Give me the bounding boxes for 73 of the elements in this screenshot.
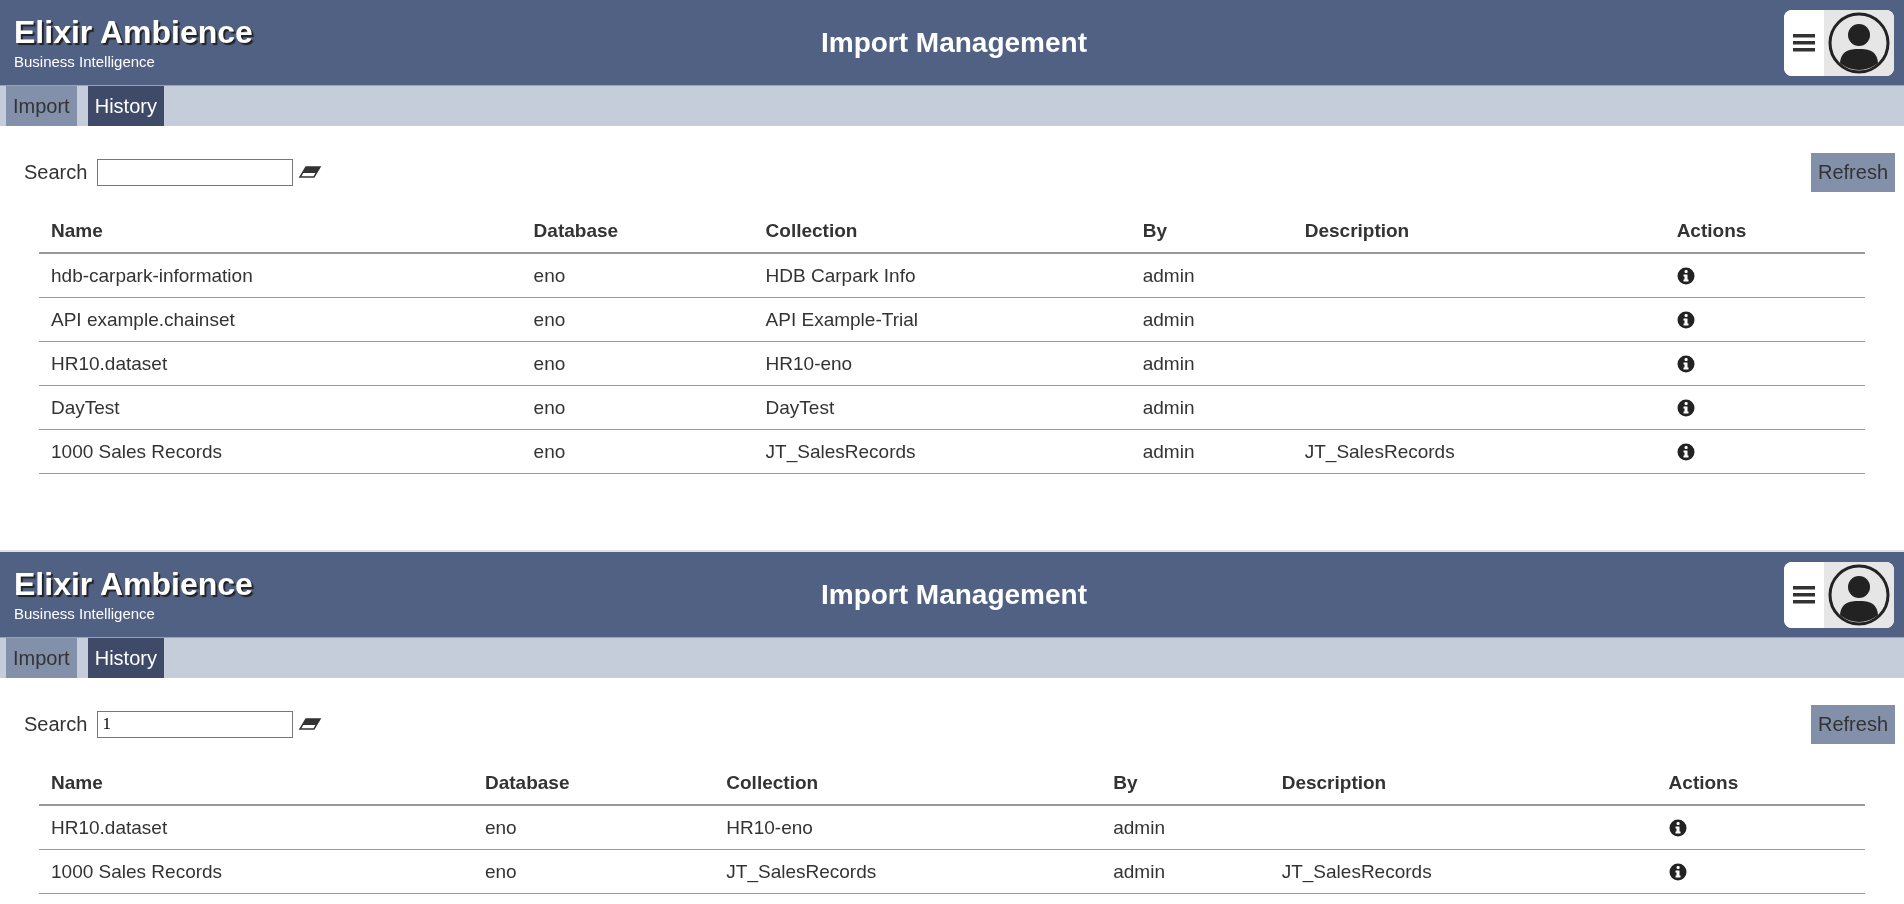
table-cell: JT_SalesRecords bbox=[765, 440, 916, 462]
table-cell: eno bbox=[533, 352, 566, 374]
column-header: Database bbox=[521, 210, 754, 253]
table-cell: HR10-eno bbox=[726, 816, 813, 838]
search-label: Search bbox=[24, 160, 88, 184]
table-cell: HR10.dataset bbox=[51, 816, 168, 838]
refresh-button[interactable]: Refresh bbox=[1810, 152, 1895, 192]
table-cell: admin bbox=[1142, 396, 1195, 418]
table-cell: eno bbox=[533, 396, 566, 418]
table-cell: HR10-eno bbox=[765, 352, 853, 374]
column-header: Actions bbox=[1664, 210, 1865, 253]
table-cell: admin bbox=[1142, 308, 1195, 330]
info-icon[interactable] bbox=[1668, 819, 1687, 838]
info-icon[interactable] bbox=[1676, 443, 1695, 462]
table-cell: admin bbox=[1142, 352, 1195, 374]
info-icon[interactable] bbox=[1676, 267, 1695, 286]
table-cell: eno bbox=[484, 816, 517, 838]
column-header: Name bbox=[39, 210, 522, 253]
table-cell: hdb-carpark-information bbox=[51, 264, 253, 286]
table-cell: eno bbox=[533, 440, 566, 462]
table-cell: 1000 Sales Records bbox=[51, 440, 223, 462]
table-cell: JT_SalesRecords bbox=[1304, 440, 1455, 462]
table-cell: JT_SalesRecords bbox=[1281, 860, 1432, 882]
table-cell: admin bbox=[1142, 264, 1195, 286]
table-cell: eno bbox=[484, 860, 517, 882]
table-cell: eno bbox=[533, 264, 566, 286]
table-cell: API example.chainset bbox=[51, 308, 235, 330]
table-cell: HR10.dataset bbox=[51, 352, 168, 374]
table-cell: admin bbox=[1113, 860, 1165, 882]
search-field[interactable] bbox=[97, 158, 294, 186]
column-header: Name bbox=[39, 762, 473, 805]
column-header: Description bbox=[1269, 762, 1657, 805]
search-field[interactable]: 1 bbox=[97, 710, 294, 738]
table-cell: JT_SalesRecords bbox=[726, 860, 877, 882]
app-title: Elixir Ambience bbox=[14, 567, 254, 603]
app-subtitle: Business Intelligence bbox=[14, 604, 156, 622]
user-avatar-button[interactable] bbox=[1824, 561, 1894, 628]
info-icon[interactable] bbox=[1676, 311, 1695, 330]
tab[interactable]: Import bbox=[6, 638, 77, 678]
column-header: By bbox=[1130, 210, 1293, 253]
table-cell: DayTest bbox=[765, 396, 835, 418]
page-title: Import Management bbox=[821, 26, 1087, 59]
user-avatar-button[interactable] bbox=[1824, 9, 1894, 76]
user-icon bbox=[1827, 562, 1891, 627]
tab[interactable]: Import bbox=[6, 86, 77, 126]
tab[interactable]: History bbox=[87, 638, 164, 678]
app-subtitle: Business Intelligence bbox=[14, 52, 156, 70]
tab[interactable]: History bbox=[87, 86, 164, 126]
info-icon[interactable] bbox=[1676, 355, 1695, 374]
column-header: By bbox=[1101, 762, 1270, 805]
eraser-icon[interactable] bbox=[299, 166, 322, 178]
column-header: Actions bbox=[1656, 762, 1865, 805]
table-cell: 1000 Sales Records bbox=[51, 860, 223, 882]
search-label: Search bbox=[24, 712, 88, 736]
app-title: Elixir Ambience bbox=[14, 15, 254, 51]
column-header: Collection bbox=[753, 210, 1131, 253]
table-cell: DayTest bbox=[51, 396, 120, 418]
column-header: Collection bbox=[714, 762, 1102, 805]
table-cell: admin bbox=[1142, 440, 1195, 462]
page-title: Import Management bbox=[821, 578, 1087, 611]
table-cell: eno bbox=[533, 308, 566, 330]
column-header: Database bbox=[472, 762, 715, 805]
column-header: Description bbox=[1292, 210, 1665, 253]
eraser-icon[interactable] bbox=[299, 718, 322, 730]
info-icon[interactable] bbox=[1668, 863, 1687, 882]
table-cell: API Example-Trial bbox=[765, 308, 918, 330]
table-cell: HDB Carpark Info bbox=[765, 264, 916, 286]
table-cell: admin bbox=[1113, 816, 1165, 838]
refresh-button[interactable]: Refresh bbox=[1810, 704, 1895, 744]
user-icon bbox=[1827, 10, 1891, 75]
menu-icon bbox=[1793, 585, 1815, 604]
menu-icon bbox=[1793, 33, 1815, 52]
info-icon[interactable] bbox=[1676, 399, 1695, 418]
